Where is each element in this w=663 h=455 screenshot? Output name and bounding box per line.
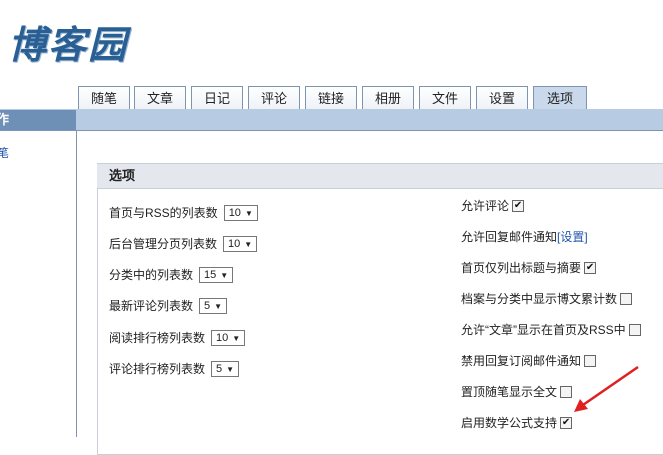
- setting-category-count: 分类中的列表数 15 ▼: [109, 266, 234, 283]
- dropdown-arrow-icon: ▼: [220, 270, 229, 280]
- setting-article-home-rss: 允许“文章”显示在首页及RSS中: [461, 321, 641, 338]
- setting-top-post-full: 置顶随笔显示全文: [461, 383, 573, 400]
- annotation-arrow-icon: [574, 365, 639, 412]
- left-sidebar-header: 作: [0, 110, 76, 130]
- setting-math-formula: 启用数学公式支持 ✔: [461, 416, 573, 430]
- tab-posts[interactable]: 随笔: [78, 86, 130, 109]
- dropdown-arrow-icon: ▼: [232, 333, 241, 343]
- archive-count-checkbox[interactable]: [620, 292, 633, 305]
- tab-articles[interactable]: 文章: [134, 86, 186, 109]
- comment-rank-count-select[interactable]: 5 ▼: [211, 360, 240, 377]
- setting-admin-page-count: 后台管理分页列表数 10 ▼: [109, 235, 258, 252]
- tab-albums[interactable]: 相册: [362, 86, 414, 109]
- header-bar: [0, 109, 663, 131]
- setting-allow-comment: 允许评论 ✔: [461, 199, 525, 213]
- read-rank-count-select[interactable]: 10 ▼: [211, 329, 246, 346]
- site-logo: 博客园: [8, 22, 129, 67]
- tab-comments[interactable]: 评论: [248, 86, 300, 109]
- tab-settings[interactable]: 设置: [476, 86, 528, 109]
- math-formula-checkbox[interactable]: ✔: [560, 416, 573, 429]
- allow-comment-checkbox[interactable]: ✔: [512, 199, 525, 212]
- admin-page-count-select[interactable]: 10 ▼: [223, 235, 258, 252]
- category-count-select[interactable]: 15 ▼: [199, 266, 234, 283]
- tab-files[interactable]: 文件: [419, 86, 471, 109]
- tab-options[interactable]: 选项: [533, 86, 587, 111]
- setting-read-rank-count: 阅读排行榜列表数 10 ▼: [109, 329, 246, 346]
- dropdown-arrow-icon: ▼: [244, 208, 253, 218]
- article-home-rss-checkbox[interactable]: [628, 323, 641, 336]
- recent-comments-count-select[interactable]: 5 ▼: [199, 297, 228, 314]
- home-rss-count-select[interactable]: 10 ▼: [223, 204, 258, 221]
- dropdown-arrow-icon: ▼: [214, 301, 223, 311]
- tab-diary[interactable]: 日记: [191, 86, 243, 109]
- panel-title: 选项: [97, 164, 663, 189]
- setting-home-title-only: 首页仅列出标题与摘要 ✔: [461, 261, 597, 275]
- tab-links[interactable]: 链接: [305, 86, 357, 109]
- reply-email-settings-link[interactable]: [设置]: [557, 230, 588, 244]
- setting-comment-rank-count: 评论排行榜列表数 5 ▼: [109, 360, 240, 377]
- setting-home-rss-count: 首页与RSS的列表数 10 ▼: [109, 204, 258, 221]
- sidebar-link[interactable]: 笔: [0, 144, 9, 161]
- home-title-only-checkbox[interactable]: ✔: [584, 261, 597, 274]
- dropdown-arrow-icon: ▼: [226, 364, 235, 374]
- dropdown-arrow-icon: ▼: [244, 239, 253, 249]
- setting-reply-email: 允许回复邮件通知[设置]: [461, 230, 588, 244]
- setting-recent-comments-count: 最新评论列表数 5 ▼: [109, 297, 228, 314]
- sidebar-divider: [76, 130, 77, 437]
- setting-archive-count: 档案与分类中显示博文累计数: [461, 290, 633, 307]
